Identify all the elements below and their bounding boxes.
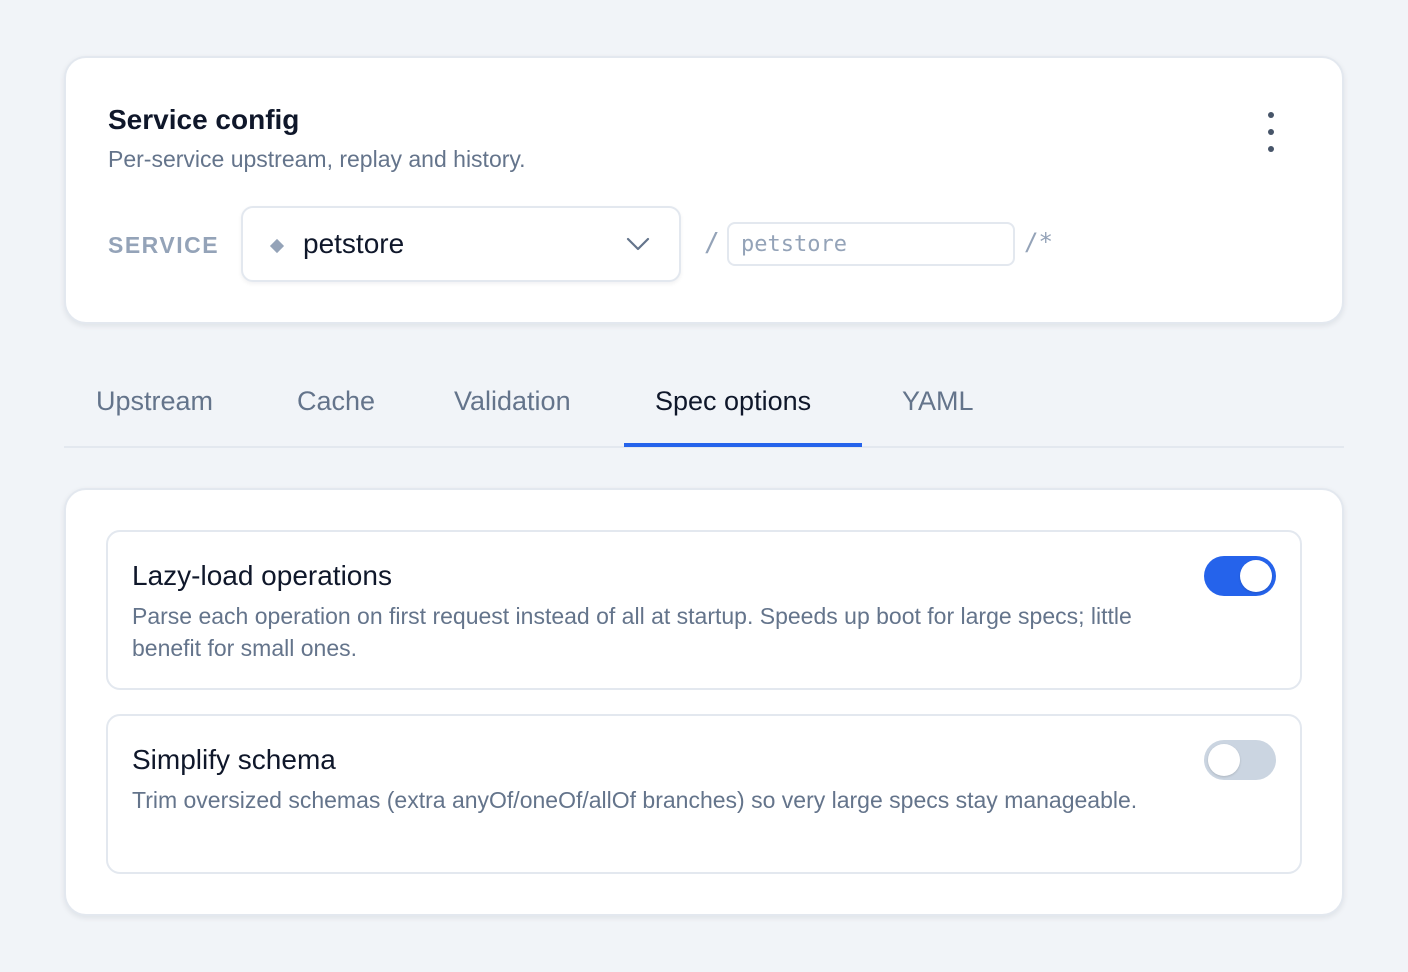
option-simplify-schema: Simplify schema Trim oversized schemas (… (106, 714, 1302, 874)
kebab-dot (1268, 146, 1274, 152)
lazy-load-toggle[interactable] (1204, 556, 1276, 596)
service-select[interactable]: petstore (241, 206, 681, 282)
chevron-down-icon (626, 237, 650, 251)
kebab-dot (1268, 112, 1274, 118)
page-title: Service config (108, 104, 300, 135)
tab-bar: Upstream Cache Validation Spec options Y… (64, 370, 1344, 448)
option-description: Trim oversized schemas (extra anyOf/oneO… (132, 787, 1138, 813)
tab-cache[interactable]: Cache (297, 386, 375, 417)
option-description: Parse each operation on first request in… (132, 603, 1132, 661)
path-suffix: /* (1024, 228, 1053, 256)
service-label: SERVICE (108, 232, 220, 258)
page-subtitle: Per-service upstream, replay and history… (108, 146, 526, 172)
option-title: Lazy-load operations (132, 560, 392, 591)
option-title: Simplify schema (132, 744, 336, 775)
path-input[interactable] (727, 222, 1015, 266)
more-vertical-icon[interactable] (1256, 112, 1286, 152)
tab-yaml[interactable]: YAML (902, 386, 974, 417)
diamond-icon (269, 238, 285, 254)
toggle-knob (1208, 744, 1240, 776)
service-config-card: Service config Per-service upstream, rep… (64, 56, 1344, 324)
tab-upstream[interactable]: Upstream (96, 386, 213, 417)
tab-validation[interactable]: Validation (454, 386, 571, 417)
option-lazy-load: Lazy-load operations Parse each operatio… (106, 530, 1302, 690)
active-tab-indicator (624, 443, 862, 447)
toggle-knob (1240, 560, 1272, 592)
service-select-value: petstore (303, 228, 405, 259)
path-prefix: / (704, 228, 720, 258)
spec-options-panel: Lazy-load operations Parse each operatio… (64, 488, 1344, 916)
simplify-schema-toggle[interactable] (1204, 740, 1276, 780)
tab-spec-options[interactable]: Spec options (655, 386, 811, 417)
kebab-dot (1268, 129, 1274, 135)
